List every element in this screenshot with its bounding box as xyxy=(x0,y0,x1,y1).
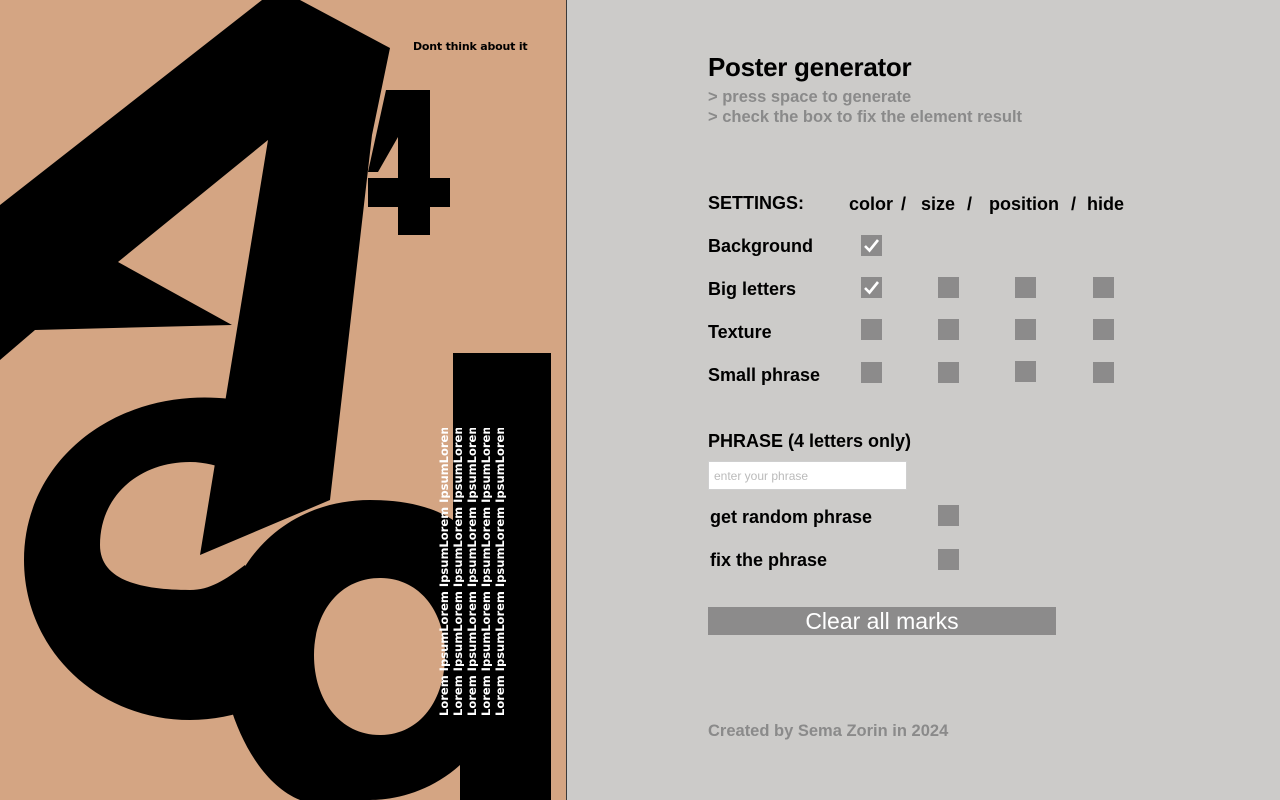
small-phrase-line: Lorem IpsumLorem IpsumLorem IpsumLorem I… xyxy=(438,428,450,716)
poster-canvas: Dont think about it Lorem IpsumLorem Ips… xyxy=(0,0,567,800)
page-title: Poster generator xyxy=(708,52,912,82)
row-label-big-letters: Big letters xyxy=(708,279,797,299)
small-phrase-position-checkbox[interactable] xyxy=(1015,361,1036,382)
small-phrase-hide-checkbox[interactable] xyxy=(1093,362,1114,383)
small-phrase-line: Lorem IpsumLorem IpsumLorem IpsumLorem I… xyxy=(466,428,478,716)
random-phrase-label: get random phrase xyxy=(710,507,873,527)
fix-phrase-checkbox[interactable] xyxy=(938,549,959,570)
texture-size-checkbox[interactable] xyxy=(938,319,959,340)
row-label-texture: Texture xyxy=(708,322,772,342)
big-letters-position-checkbox[interactable] xyxy=(1015,277,1036,298)
small-phrase-line: Lorem IpsumLorem IpsumLorem IpsumLorem I… xyxy=(480,428,492,716)
hint-fix: > check the box to fix the element resul… xyxy=(708,108,1023,126)
fix-phrase-label: fix the phrase xyxy=(710,550,828,570)
column-separator: / xyxy=(901,194,907,214)
column-color: color xyxy=(849,194,894,214)
checkmark-icon xyxy=(864,281,880,295)
poster-tagline: Dont think about it xyxy=(413,40,528,53)
small-phrase-block: Lorem IpsumLorem IpsumLorem IpsumLorem I… xyxy=(438,428,510,718)
small-phrase-line: Lorem IpsumLorem IpsumLorem IpsumLorem I… xyxy=(452,428,464,716)
big-letters-color-checkbox[interactable] xyxy=(861,277,882,298)
phrase-input[interactable] xyxy=(708,461,907,490)
phrase-label: PHRASE (4 letters only) xyxy=(708,431,912,451)
credit-text: Created by Sema Zorin in 2024 xyxy=(708,722,949,740)
texture-color-checkbox[interactable] xyxy=(861,319,882,340)
row-label-background: Background xyxy=(708,236,814,256)
hint-generate: > press space to generate xyxy=(708,88,912,106)
column-position: position xyxy=(989,194,1059,214)
column-hide: hide xyxy=(1087,194,1125,214)
column-separator: / xyxy=(1071,194,1077,214)
big-letters-size-checkbox[interactable] xyxy=(938,277,959,298)
row-label-small-phrase: Small phrase xyxy=(708,365,821,385)
settings-label: SETTINGS: xyxy=(708,193,805,213)
checkmark-icon xyxy=(864,239,880,253)
small-phrase-line: Lorem IpsumLorem IpsumLorem IpsumLorem I… xyxy=(494,428,506,716)
small-phrase-size-checkbox[interactable] xyxy=(938,362,959,383)
texture-position-checkbox[interactable] xyxy=(1015,319,1036,340)
background-color-checkbox[interactable] xyxy=(861,235,882,256)
small-phrase-color-checkbox[interactable] xyxy=(861,362,882,383)
column-size: size xyxy=(921,194,956,214)
clear-all-marks-button[interactable]: Clear all marks xyxy=(708,607,1056,635)
big-letters-hide-checkbox[interactable] xyxy=(1093,277,1114,298)
big-letter-4-small xyxy=(368,90,450,235)
texture-hide-checkbox[interactable] xyxy=(1093,319,1114,340)
random-phrase-checkbox[interactable] xyxy=(938,505,959,526)
column-separator: / xyxy=(967,194,973,214)
